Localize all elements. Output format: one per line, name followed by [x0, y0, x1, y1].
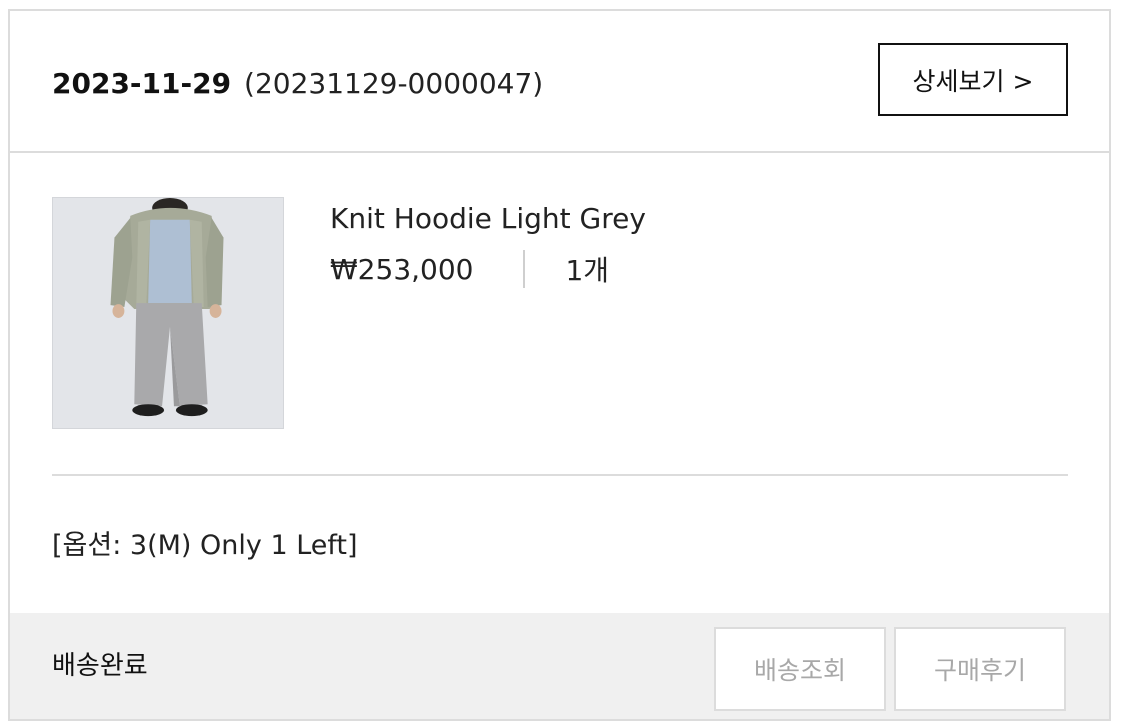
product-price: ₩253,000 — [330, 252, 474, 286]
price-row: ₩253,000 1개 — [330, 249, 609, 289]
order-footer: 배송완료 배송조회 구매후기 — [10, 613, 1109, 719]
hoodie-model-illustration — [53, 198, 283, 428]
product-option: [옵션: 3(M) Only 1 Left] — [52, 530, 358, 561]
product-quantity: 1개 — [565, 254, 610, 287]
product-image[interactable] — [52, 197, 284, 429]
order-header: 2023-11-29 (20231129-0000047) 상세보기 > — [10, 11, 1109, 153]
order-date: 2023-11-29 — [52, 67, 232, 100]
product-item: Knit Hoodie Light Grey ₩253,000 1개 — [52, 197, 1072, 429]
order-card: 2023-11-29 (20231129-0000047) 상세보기 > Kni… — [8, 9, 1111, 721]
order-info: 2023-11-29 (20231129-0000047) — [52, 66, 543, 102]
section-divider — [52, 474, 1068, 476]
price-quantity-divider — [523, 250, 526, 288]
order-number: (20231129-0000047) — [244, 67, 544, 100]
product-name[interactable]: Knit Hoodie Light Grey — [330, 199, 646, 239]
view-details-button[interactable]: 상세보기 > — [878, 43, 1068, 116]
delivery-status: 배송완료 — [52, 651, 148, 681]
track-delivery-button[interactable]: 배송조회 — [714, 627, 886, 711]
write-review-button[interactable]: 구매후기 — [894, 627, 1066, 711]
